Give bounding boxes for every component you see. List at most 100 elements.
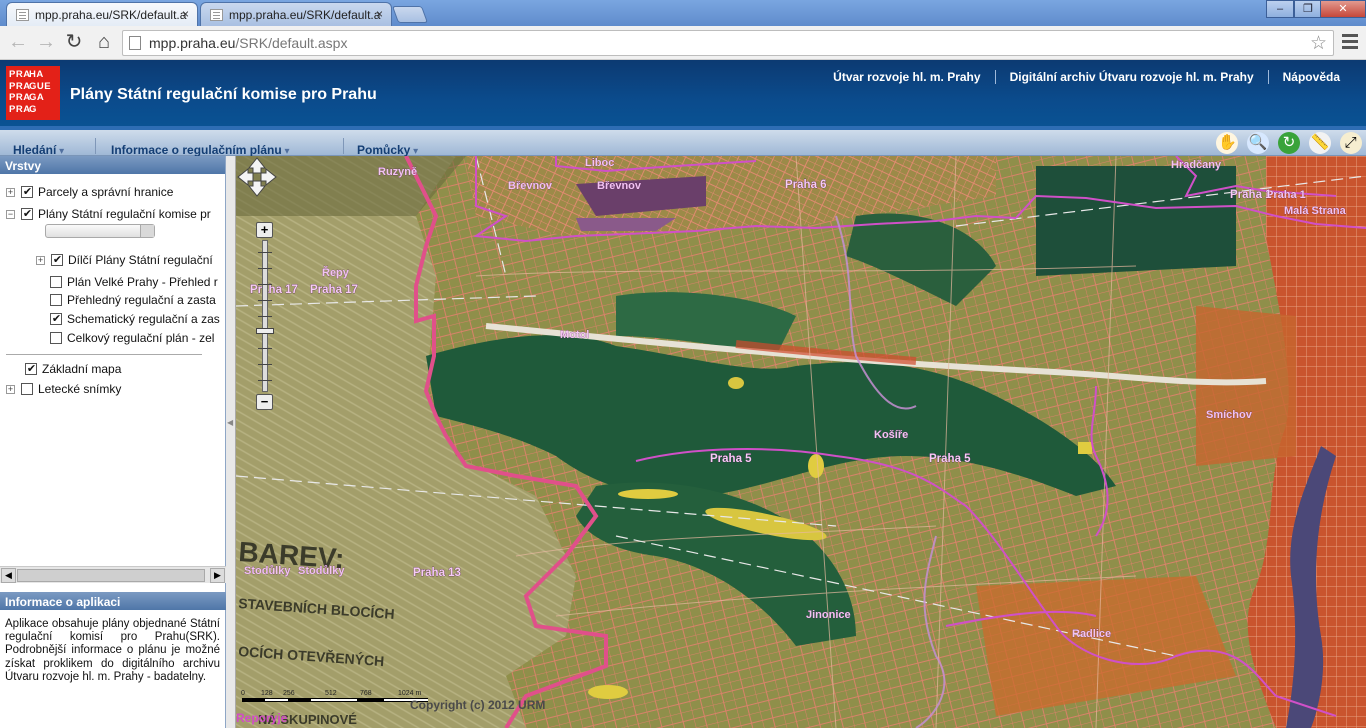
divider xyxy=(6,354,202,355)
district-label: Praha 6 xyxy=(785,179,827,191)
browser-toolbar: ← → ↻ ⌂ mpp.praha.eu/SRK/default.aspx ☆ xyxy=(0,26,1366,60)
reload-icon[interactable]: ↻ xyxy=(62,31,86,55)
tab-close-icon[interactable]: × xyxy=(182,7,189,21)
url-path: /SRK/default.aspx xyxy=(235,35,348,51)
layer-label: Schematický regulační a zas xyxy=(67,312,220,326)
layer-velka-praha[interactable]: Plán Velké Prahy - Přehled r xyxy=(50,274,218,290)
map-canvas[interactable]: BAREV: STAVEBNÍCH BLOCÍCH OCÍCH OTEVŘENÝ… xyxy=(236,156,1366,728)
layer-srk-plans[interactable]: − Plány Státní regulační komise pr xyxy=(6,206,211,222)
zoom-out-button[interactable]: − xyxy=(256,394,273,410)
menu-tools[interactable]: Pomůcky xyxy=(357,143,418,157)
link-digital-archive[interactable]: Digitální archiv Útvaru rozvoje hl. m. P… xyxy=(994,70,1268,84)
scale-label: 0 xyxy=(241,690,245,697)
layer-checkbox[interactable] xyxy=(50,276,62,288)
district-label: Praha 5 xyxy=(710,453,752,465)
layer-base-map[interactable]: Základní mapa xyxy=(25,361,121,377)
maximize-button[interactable]: ❐ xyxy=(1294,0,1322,18)
menu-search[interactable]: Hledání xyxy=(13,143,64,157)
scroll-right-icon[interactable]: ▶ xyxy=(210,568,225,583)
opacity-slider[interactable] xyxy=(45,224,155,238)
page-icon xyxy=(129,36,141,50)
pan-down-icon xyxy=(247,180,267,197)
browser-menu-icon[interactable] xyxy=(1342,34,1358,52)
layer-checkbox[interactable] xyxy=(21,186,33,198)
layer-checkbox[interactable] xyxy=(25,363,37,375)
globe-search-icon[interactable]: 🔍 xyxy=(1247,132,1270,154)
layer-label: Dílčí Plány Státní regulační xyxy=(68,253,213,267)
url-domain: mpp.praha.eu xyxy=(149,35,236,51)
page-favicon-icon xyxy=(16,9,29,21)
link-urm[interactable]: Útvar rozvoje hl. m. Prahy xyxy=(819,70,994,84)
layer-schematicky[interactable]: Schematický regulační a zas xyxy=(50,311,220,327)
pan-left-icon xyxy=(237,167,254,187)
scale-label: 1024 m xyxy=(398,690,422,697)
zoom-slider-handle[interactable] xyxy=(256,328,274,334)
browser-tab-active[interactable]: mpp.praha.eu/SRK/default.a × xyxy=(6,2,198,26)
layer-checkbox[interactable] xyxy=(51,254,63,266)
layer-celkovy[interactable]: Celkový regulační plán - zel xyxy=(50,330,214,346)
scroll-left-icon[interactable]: ◀ xyxy=(1,568,16,583)
expand-icon[interactable]: + xyxy=(6,384,15,394)
layer-label: Celkový regulační plán - zel xyxy=(67,331,215,345)
minimize-button[interactable]: – xyxy=(1266,0,1294,18)
place-label: Řepy xyxy=(322,266,350,279)
link-help[interactable]: Nápověda xyxy=(1267,70,1354,84)
address-bar[interactable]: mpp.praha.eu/SRK/default.aspx ☆ xyxy=(122,30,1334,56)
horizontal-scrollbar[interactable]: ◀ ▶ xyxy=(0,566,226,583)
layer-label: Letecké snímky xyxy=(38,382,122,396)
place-label: Břevnov xyxy=(597,180,642,192)
layer-label: Přehledný regulační a zasta xyxy=(67,293,216,307)
back-arrow-icon[interactable]: ← xyxy=(6,31,30,55)
panel-splitter[interactable]: ◀ xyxy=(226,156,236,728)
measure-icon[interactable]: 📏 xyxy=(1308,132,1331,154)
bookmark-star-icon[interactable]: ☆ xyxy=(1310,32,1327,55)
scroll-thumb[interactable] xyxy=(17,569,205,582)
collapse-arrow-icon[interactable]: ◀ xyxy=(227,418,233,427)
tab-title: mpp.praha.eu/SRK/default.a xyxy=(229,8,381,22)
zoom-in-button[interactable]: + xyxy=(256,222,273,238)
expand-icon[interactable]: + xyxy=(36,255,45,265)
pan-up-icon xyxy=(247,157,267,174)
praha-logo[interactable]: PRA HA PRA GUE PRA GA PRA G xyxy=(6,66,60,120)
refresh-icon[interactable]: ↻ xyxy=(1277,132,1300,154)
pan-control[interactable] xyxy=(236,156,278,198)
layer-checkbox[interactable] xyxy=(21,383,33,395)
fullscreen-icon[interactable]: ⤢ xyxy=(1339,132,1362,154)
place-label: Stodůlky xyxy=(298,565,345,577)
layer-checkbox[interactable] xyxy=(50,294,62,306)
map-tools: ✋ 🔍 ↻ 📏 ⤢ xyxy=(1212,130,1366,156)
hand-icon[interactable]: ✋ xyxy=(1216,132,1239,154)
page-favicon-icon xyxy=(210,9,223,21)
layer-partial-plans[interactable]: + Dílčí Plány Státní regulační xyxy=(36,252,213,268)
layer-checkbox[interactable] xyxy=(50,332,62,344)
layer-checkbox[interactable] xyxy=(21,208,33,220)
menu-plan-info[interactable]: Informace o regulačním plánu xyxy=(111,143,290,157)
layer-label: Základní mapa xyxy=(42,362,122,376)
slider-handle[interactable] xyxy=(140,225,154,237)
home-icon[interactable]: ⌂ xyxy=(92,31,116,55)
expand-icon[interactable]: + xyxy=(6,187,15,197)
app-menu-bar: Hledání Informace o regulačním plánu Pom… xyxy=(0,130,1366,157)
forward-arrow-icon[interactable]: → xyxy=(34,31,58,55)
place-label: Motol xyxy=(560,329,589,341)
layer-parcels[interactable]: + Parcely a správní hranice xyxy=(6,184,173,200)
info-panel-text: Aplikace obsahuje plány objednané Státní… xyxy=(5,618,220,683)
app-title: Plány Státní regulační komise pro Prahu xyxy=(70,86,377,103)
browser-tab-inactive[interactable]: mpp.praha.eu/SRK/default.a × xyxy=(200,2,392,26)
map-copyright: Copyright (c) 2012 URM xyxy=(410,698,545,712)
layer-checkbox[interactable] xyxy=(50,313,62,325)
place-label: Stodůlky xyxy=(244,565,291,577)
info-panel-title: Informace o aplikaci xyxy=(0,592,226,610)
map-image: BAREV: STAVEBNÍCH BLOCÍCH OCÍCH OTEVŘENÝ… xyxy=(236,156,1366,728)
close-window-button[interactable]: ✕ xyxy=(1320,0,1366,18)
new-tab-button[interactable] xyxy=(391,6,429,23)
district-label: Praha 17 xyxy=(310,284,358,296)
collapse-icon[interactable]: − xyxy=(6,209,15,219)
layer-prehledny[interactable]: Přehledný regulační a zasta xyxy=(50,292,216,308)
layer-aerial[interactable]: + Letecké snímky xyxy=(6,381,121,397)
scale-label: 128 xyxy=(261,690,273,697)
pan-right-icon xyxy=(260,167,277,187)
layer-label: Plány Státní regulační komise pr xyxy=(38,207,211,221)
layers-tree: + Parcely a správní hranice − Plány Stát… xyxy=(0,174,226,566)
tab-close-icon[interactable]: × xyxy=(376,7,383,21)
